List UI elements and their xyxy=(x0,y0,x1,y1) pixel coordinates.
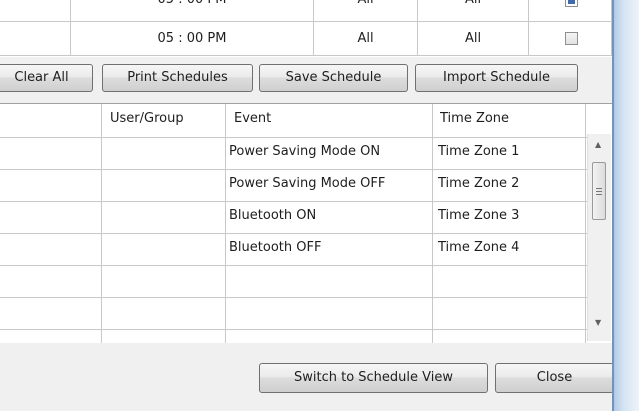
time-zone-cell[interactable] xyxy=(435,297,438,329)
user-group-cell[interactable] xyxy=(102,169,105,201)
user-group-cell[interactable] xyxy=(102,137,105,169)
schedule-toolbar: Clear All Print Schedules Save Schedule … xyxy=(0,57,612,103)
time-zone-cell[interactable]: Time Zone 4 xyxy=(435,233,519,265)
events-grid: User/Group Event Time Zone Power Saving … xyxy=(0,103,612,344)
user-group-cell[interactable] xyxy=(102,233,105,265)
scrollbar-thumb[interactable] xyxy=(592,162,606,220)
event-cell[interactable] xyxy=(226,265,229,297)
time-zone-cell[interactable]: Time Zone 3 xyxy=(435,201,519,233)
row-divider xyxy=(0,21,612,22)
time-zone-cell[interactable]: Time Zone 2 xyxy=(435,169,519,201)
event-cell[interactable]: Power Saving Mode ON xyxy=(226,137,380,169)
save-schedule-button[interactable]: Save Schedule xyxy=(259,64,408,92)
cell[interactable]: All xyxy=(314,0,417,14)
row-divider xyxy=(0,55,612,56)
column-divider xyxy=(432,104,433,344)
cell[interactable]: All xyxy=(418,25,528,53)
event-cell[interactable]: Power Saving Mode OFF xyxy=(226,169,385,201)
column-divider xyxy=(528,0,529,56)
row-divider xyxy=(0,265,587,266)
column-header-event[interactable]: Event xyxy=(228,104,271,134)
time-cell[interactable]: 05 : 00 PM xyxy=(71,25,313,53)
window-border xyxy=(612,0,639,411)
event-cell[interactable] xyxy=(226,297,229,329)
column-divider xyxy=(585,104,586,344)
user-group-cell[interactable] xyxy=(102,297,105,329)
dialog-footer: Switch to Schedule View Close xyxy=(0,343,614,411)
vertical-scrollbar[interactable]: ▲ ▼ xyxy=(587,134,611,341)
clear-all-button[interactable]: Clear All xyxy=(0,64,93,92)
time-cell[interactable]: 05 : 00 PM xyxy=(71,0,313,14)
row-divider xyxy=(0,297,587,298)
switch-to-schedule-view-button[interactable]: Switch to Schedule View xyxy=(259,363,488,393)
print-schedules-button[interactable]: Print Schedules xyxy=(102,64,253,92)
grip-line xyxy=(596,191,602,192)
user-group-cell[interactable] xyxy=(102,201,105,233)
user-group-cell[interactable] xyxy=(102,265,105,297)
time-zone-cell[interactable] xyxy=(435,265,438,297)
checkbox-icon[interactable] xyxy=(565,0,578,7)
close-button[interactable]: Close xyxy=(495,363,614,393)
checkbox-icon[interactable] xyxy=(565,32,578,45)
scroll-down-arrow-icon[interactable]: ▼ xyxy=(595,318,601,327)
cell[interactable]: All xyxy=(314,25,417,53)
column-header-time-zone[interactable]: Time Zone xyxy=(434,104,509,134)
column-header-user-group[interactable]: User/Group xyxy=(104,104,184,134)
scroll-up-arrow-icon[interactable]: ▲ xyxy=(595,140,601,149)
event-cell[interactable]: Bluetooth ON xyxy=(226,201,316,233)
time-zone-cell[interactable]: Time Zone 1 xyxy=(435,137,519,169)
event-cell[interactable]: Bluetooth OFF xyxy=(226,233,321,265)
row-divider xyxy=(0,329,587,330)
cell[interactable]: All xyxy=(418,0,528,14)
schedule-grid: 05 : 00 PM All All 05 : 00 PM All All xyxy=(0,0,612,56)
grip-line xyxy=(596,194,602,195)
grip-line xyxy=(596,188,602,189)
window-border-edge xyxy=(612,0,614,411)
import-schedule-button[interactable]: Import Schedule xyxy=(415,64,578,92)
